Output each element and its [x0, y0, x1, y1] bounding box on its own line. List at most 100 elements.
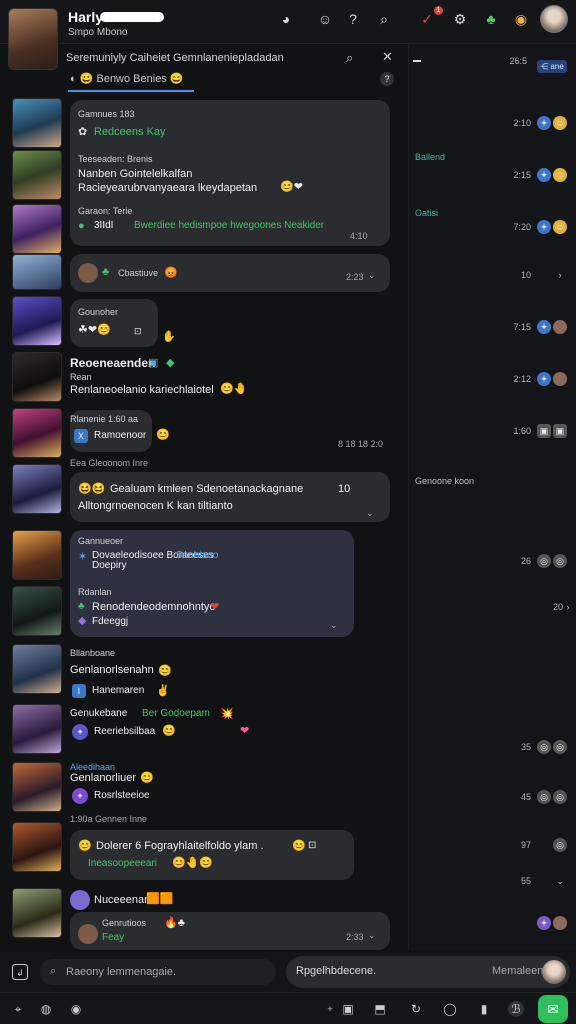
- reaction-icon: ✦: [537, 220, 551, 234]
- channel-link[interactable]: Sanbiaoo: [176, 550, 218, 561]
- pin-icon: ✿: [78, 126, 88, 138]
- list-item[interactable]: 26 ◎ ◎: [409, 552, 576, 572]
- time-label: 1:60: [513, 426, 531, 436]
- search-icon[interactable]: ⌕: [346, 50, 353, 66]
- message-bubble[interactable]: Genrutioos 🔥♣ Feay 2:33 ⌄: [70, 912, 390, 950]
- avatar[interactable]: [12, 98, 62, 148]
- message-text: Rosrlsteeioe: [94, 790, 150, 801]
- chevron-down-icon[interactable]: ⌄: [330, 620, 338, 631]
- list-item[interactable]: 7:20 ✦ ☺: [409, 218, 576, 238]
- time-label: 7:20: [513, 222, 531, 232]
- attach-icon[interactable]: ↲: [12, 964, 28, 980]
- filter-chip[interactable]: ◐ 😀 Benwo Benies 😄: [70, 72, 184, 85]
- discord-icon[interactable]: ◕: [277, 10, 295, 28]
- list-item[interactable]: Genoone koon: [409, 476, 576, 496]
- search-input[interactable]: ⌕ Raeony lemmenagaie.: [40, 959, 276, 985]
- chevron-icon[interactable]: ›: [561, 600, 575, 614]
- location-icon[interactable]: ⌖: [10, 1001, 26, 1017]
- list-item[interactable]: 2:12 ✦: [409, 370, 576, 390]
- chevron-down-icon[interactable]: ⌄: [368, 270, 376, 281]
- search-query[interactable]: Seremuniyly Caiheiet Gemnlaneniepladadan: [66, 52, 284, 64]
- channel-subtitle: Smpo Mbono: [68, 27, 128, 38]
- avatar[interactable]: [12, 762, 62, 812]
- message-bubble[interactable]: Rlanenie 1:60 aa Ⅹ Ramoenoor: [70, 410, 152, 452]
- list-item[interactable]: ✦: [409, 914, 576, 934]
- send-button[interactable]: ✉: [538, 995, 568, 1023]
- search-icon[interactable]: ⌕: [375, 10, 393, 28]
- channel-link[interactable]: Ber Godoepam: [142, 708, 210, 719]
- bookmark-icon[interactable]: ▮: [476, 1001, 492, 1017]
- message-bubble[interactable]: Gounoher ☘❤😊 ⊡: [70, 299, 158, 347]
- channel-name[interactable]: Harly: [68, 9, 103, 25]
- avatar[interactable]: [12, 254, 62, 290]
- list-item[interactable]: 10 ›: [409, 266, 576, 286]
- user-avatar[interactable]: [540, 5, 568, 33]
- gear-icon[interactable]: ⚙: [451, 10, 469, 28]
- avatar[interactable]: [12, 530, 62, 580]
- avatar[interactable]: [12, 586, 62, 636]
- author-name: Rdanlan: [78, 587, 112, 597]
- date-divider: Eea Gleoonom Inre: [70, 458, 149, 468]
- box-icon: ▣: [148, 357, 159, 369]
- message-bubble[interactable]: 😆😆 Gealuam kmleen Sdenoetanackagnane 10 …: [70, 472, 390, 522]
- box-icon: ▣: [553, 424, 567, 438]
- list-item[interactable]: 35 ◎ ◎: [409, 738, 576, 758]
- chevron-down-icon[interactable]: ⌄: [366, 508, 374, 519]
- mention-icon[interactable]: ✓: [418, 10, 436, 28]
- message-text: Alltongrnoenocen K kan tiltianto: [78, 500, 233, 512]
- clock-icon[interactable]: ◯: [442, 1001, 458, 1017]
- list-item[interactable]: 97 ◎: [409, 836, 576, 856]
- message-bubble[interactable]: 😊 Dolerer 6 Fograyhlaitelfoldo ylam . 😊 …: [70, 830, 354, 880]
- close-icon[interactable]: ✕: [382, 49, 393, 65]
- list-item[interactable]: 2:10 ✦ ☺: [409, 114, 576, 134]
- game-icon[interactable]: ♣: [482, 10, 500, 28]
- emoji-icon: 😊🤚😊: [172, 857, 214, 869]
- share-icon[interactable]: ⬒: [372, 1001, 388, 1017]
- avatar[interactable]: [12, 822, 62, 872]
- image-icon[interactable]: ▣: [340, 1001, 356, 1017]
- emoji-icon[interactable]: ☺: [316, 10, 334, 28]
- avatar[interactable]: [12, 296, 62, 346]
- camera-icon[interactable]: ◉: [68, 1001, 84, 1017]
- list-item[interactable]: 45 ◎ ◎: [409, 788, 576, 808]
- plus-icon[interactable]: +: [322, 1001, 338, 1017]
- gem-icon: ◆: [78, 615, 87, 627]
- avatar[interactable]: [12, 888, 62, 938]
- chevron-down-icon[interactable]: ⌄: [368, 930, 376, 941]
- server-avatar[interactable]: [8, 8, 58, 70]
- avatar[interactable]: [12, 352, 62, 402]
- list-item[interactable]: 1:60 ▣ ▣: [409, 422, 576, 442]
- message-bubble[interactable]: Gannueoer ✶ Dovaeleodisoee Bonteeses San…: [70, 530, 354, 637]
- list-item[interactable]: 2:15 ✦ ☺: [409, 166, 576, 186]
- box-icon: ▣: [537, 424, 551, 438]
- avatar: [70, 890, 90, 910]
- chevron-icon[interactable]: ›: [553, 268, 567, 282]
- message-text: Renodendeodemnohntyo: [92, 601, 216, 613]
- avatar[interactable]: [12, 464, 62, 514]
- help-icon[interactable]: ?: [344, 10, 362, 28]
- reaction-icon: ◎: [553, 838, 567, 852]
- message-bubble[interactable]: Gamnues 183 ✿ Redceens Kay Teeseaden: Br…: [70, 100, 390, 246]
- chrome-icon[interactable]: ◉: [512, 10, 530, 28]
- help-icon[interactable]: ?: [380, 72, 394, 86]
- avatar[interactable]: [12, 704, 62, 754]
- status-badge[interactable]: ⋲ ane: [537, 60, 567, 73]
- list-item[interactable]: 7:15 ✦: [409, 318, 576, 338]
- list-item[interactable]: 26:5 ⋲ ane: [409, 52, 576, 73]
- palette-icon[interactable]: ◍: [38, 1001, 54, 1017]
- list-item[interactable]: 20 ›: [409, 598, 576, 618]
- avatar[interactable]: [12, 204, 62, 254]
- avatar[interactable]: [12, 644, 62, 694]
- list-item[interactable]: 55 ⌄: [409, 872, 576, 892]
- emoji-icon: 🔥♣: [164, 917, 185, 929]
- message-input[interactable]: Rpgelhbdecene. Memaleen: [286, 956, 570, 988]
- avatar[interactable]: [12, 150, 62, 200]
- refresh-icon[interactable]: ↻: [408, 1001, 424, 1017]
- message-text: Genlanorlsenahn: [70, 664, 154, 676]
- avatar[interactable]: [12, 408, 62, 458]
- avatar[interactable]: [542, 960, 566, 984]
- chevron-icon[interactable]: ⌄: [553, 874, 567, 888]
- emoji-icon: 😊: [156, 429, 170, 441]
- message-bubble[interactable]: ♣ Cbastiuve 😡 2:23 ⌄: [70, 254, 390, 292]
- gif-icon[interactable]: ℬ: [508, 1001, 524, 1017]
